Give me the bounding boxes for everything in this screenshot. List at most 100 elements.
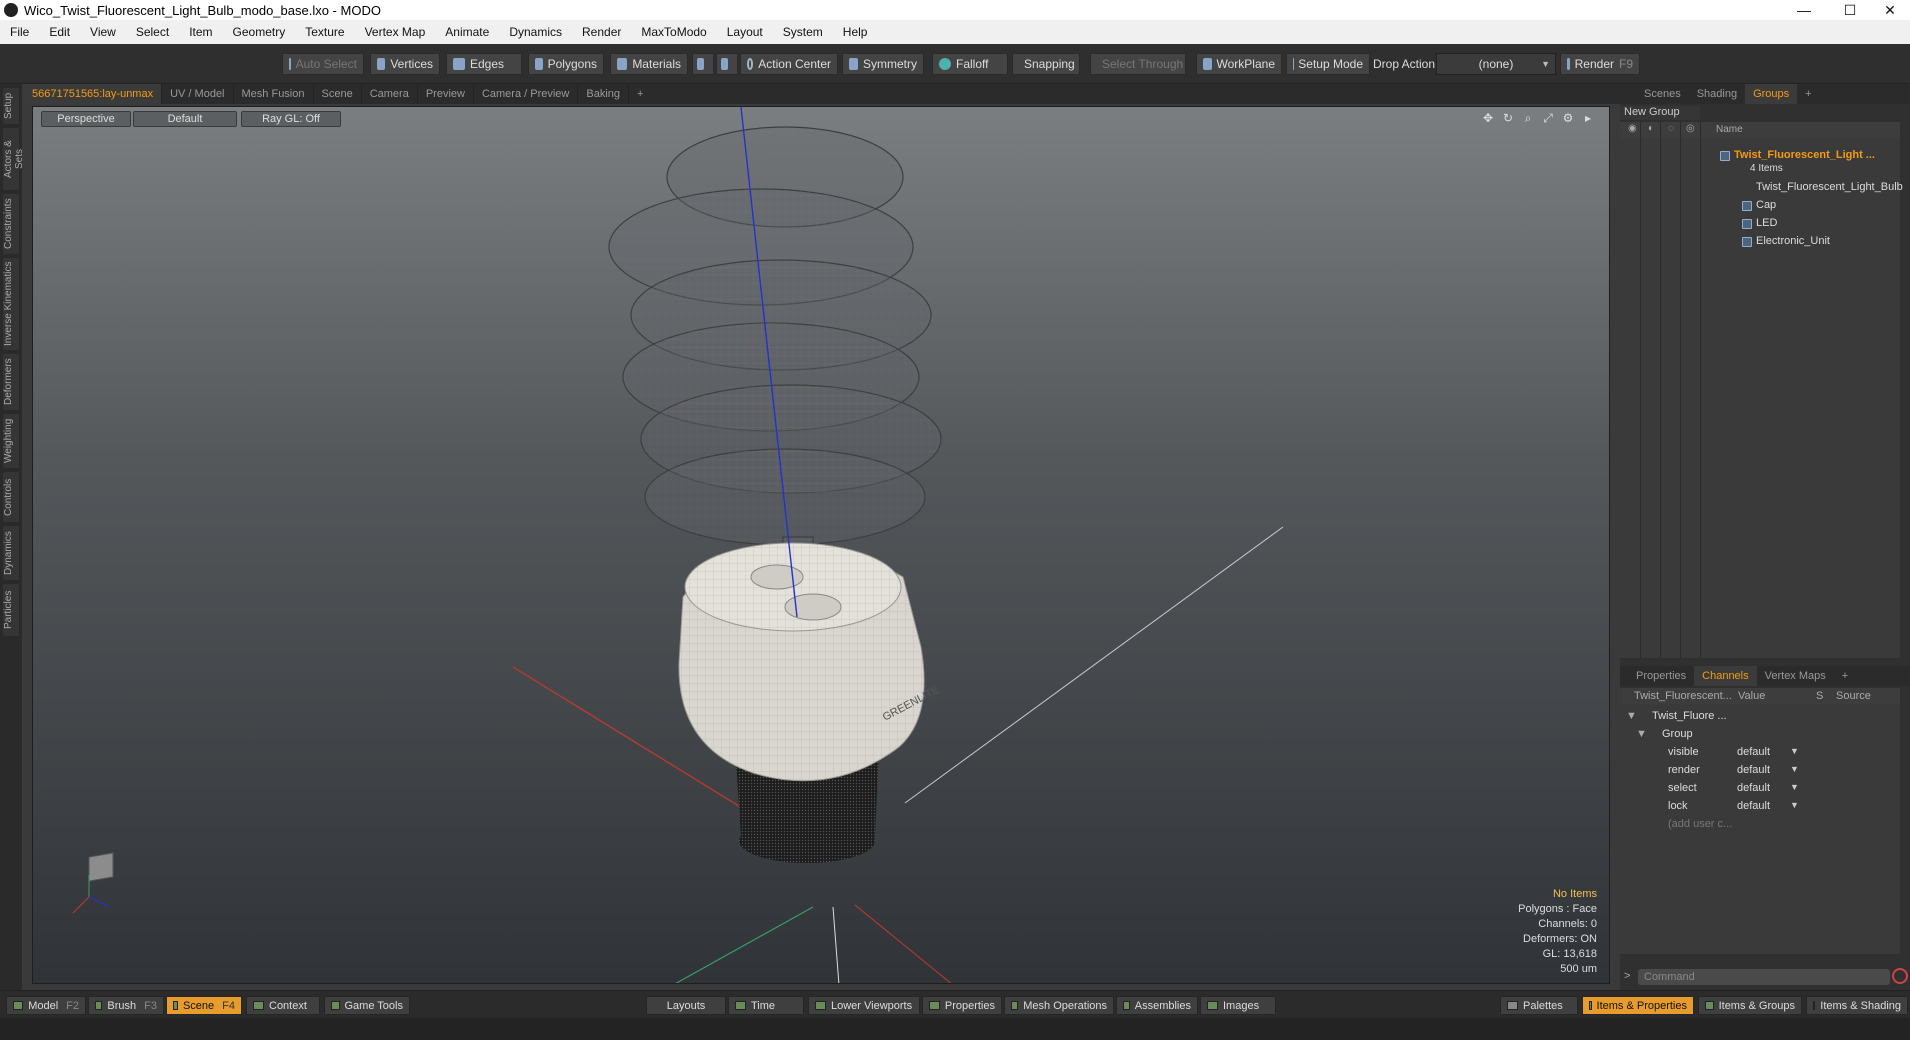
menu-view[interactable]: View bbox=[80, 25, 126, 39]
tab-groups[interactable]: Groups bbox=[1745, 84, 1798, 104]
brush-layout-button[interactable]: Brush F3 bbox=[88, 996, 164, 1015]
workplane-button[interactable]: WorkPlane bbox=[1196, 53, 1282, 75]
tab-scenes[interactable]: Scenes bbox=[1636, 84, 1689, 104]
game-tools-layout-button[interactable]: Game Tools bbox=[324, 996, 410, 1015]
chevron-down-icon[interactable]: ▼ bbox=[1790, 800, 1799, 810]
tab-preview[interactable]: Preview bbox=[418, 84, 474, 104]
context-layout-button[interactable]: Context bbox=[246, 996, 320, 1015]
tab-lay-unmax[interactable]: 56671751565:lay-unmax bbox=[24, 84, 163, 104]
tab-dynamics[interactable]: Dynamics bbox=[3, 526, 19, 580]
tab-deformers[interactable]: Deformers bbox=[3, 354, 19, 410]
palettes-button[interactable]: Palettes bbox=[1500, 996, 1578, 1015]
model-layout-button[interactable]: Model F2 bbox=[6, 996, 86, 1015]
menu-maxtomodo[interactable]: MaxToModo bbox=[631, 25, 716, 39]
properties-button[interactable]: Properties bbox=[922, 996, 1002, 1015]
menu-texture[interactable]: Texture bbox=[295, 25, 354, 39]
channel-group-row[interactable]: ▼ Group bbox=[1620, 726, 1900, 744]
add-user-channel-row[interactable]: (add user c... bbox=[1620, 816, 1900, 834]
assemblies-button[interactable]: Assemblies bbox=[1116, 996, 1198, 1015]
setup-mode-button[interactable]: Setup Mode bbox=[1286, 53, 1370, 75]
items-groups-button[interactable]: Items & Groups bbox=[1698, 996, 1802, 1015]
add-tab-icon[interactable]: + bbox=[629, 88, 651, 100]
minimize-button[interactable]: — bbox=[1784, 0, 1824, 20]
tab-actors-sets[interactable]: Actors & Sets bbox=[3, 128, 25, 190]
tab-setup[interactable]: Setup bbox=[3, 88, 19, 124]
action-center-button[interactable]: Action Center bbox=[740, 53, 838, 75]
tab-particles[interactable]: Particles bbox=[3, 584, 19, 636]
add-scene-tab-icon[interactable]: + bbox=[1797, 84, 1819, 104]
channel-value[interactable]: default bbox=[1737, 782, 1770, 794]
tab-controls[interactable]: Controls bbox=[3, 472, 19, 522]
tab-inverse-kinematics[interactable]: Inverse Kinematics bbox=[3, 258, 19, 350]
list-item[interactable]: Electronic_Unit bbox=[1620, 234, 1900, 250]
chevron-down-icon[interactable]: ▼ bbox=[1790, 746, 1799, 756]
maximize-button[interactable]: ☐ bbox=[1830, 0, 1870, 20]
tab-shading[interactable]: Shading bbox=[1689, 84, 1745, 104]
channel-row[interactable]: render default ▼ bbox=[1620, 762, 1900, 780]
images-button[interactable]: Images bbox=[1200, 996, 1276, 1015]
lower-viewports-button[interactable]: Lower Viewports bbox=[808, 996, 920, 1015]
render-button[interactable]: Render F9 bbox=[1560, 53, 1640, 75]
channel-row[interactable]: visible default ▼ bbox=[1620, 744, 1900, 762]
vertices-button[interactable]: Vertices bbox=[370, 53, 440, 75]
tab-vertex-maps[interactable]: Vertex Maps bbox=[1757, 666, 1834, 686]
new-group-button[interactable]: New Group bbox=[1620, 106, 1700, 120]
channel-value[interactable]: default bbox=[1737, 800, 1770, 812]
snapping-button[interactable]: Snapping bbox=[1012, 53, 1080, 75]
materials-button[interactable]: Materials bbox=[610, 53, 688, 75]
render-toggle-icon[interactable]: ◐ bbox=[1648, 123, 1654, 134]
channel-root-row[interactable]: ▼ Twist_Fluore ... bbox=[1620, 708, 1900, 726]
tab-camera[interactable]: Camera bbox=[362, 84, 418, 104]
symmetry-button[interactable]: Symmetry bbox=[842, 53, 924, 75]
menu-layout[interactable]: Layout bbox=[717, 25, 773, 39]
menu-dynamics[interactable]: Dynamics bbox=[499, 25, 572, 39]
menu-render[interactable]: Render bbox=[572, 25, 631, 39]
tab-weighting[interactable]: Weighting bbox=[3, 414, 19, 468]
channel-row[interactable]: lock default ▼ bbox=[1620, 798, 1900, 816]
tab-camera-preview[interactable]: Camera / Preview bbox=[474, 84, 579, 104]
drop-action-dropdown[interactable]: (none) ▼ bbox=[1436, 53, 1556, 75]
eye-icon[interactable]: ◉ bbox=[1628, 123, 1637, 134]
select-mode-a-button[interactable] bbox=[692, 53, 714, 75]
tab-mesh-fusion[interactable]: Mesh Fusion bbox=[234, 84, 314, 104]
select-through-button[interactable]: Select Through bbox=[1090, 53, 1186, 75]
lock-toggle-icon[interactable]: ◎ bbox=[1686, 123, 1695, 134]
tab-channels[interactable]: Channels bbox=[1694, 666, 1757, 686]
menu-vertex-map[interactable]: Vertex Map bbox=[355, 25, 436, 39]
tab-baking[interactable]: Baking bbox=[578, 84, 630, 104]
list-item[interactable]: Cap bbox=[1620, 198, 1900, 214]
command-history-button[interactable] bbox=[1892, 968, 1908, 984]
items-shading-button[interactable]: Items & Shading bbox=[1806, 996, 1908, 1015]
time-button[interactable]: Time bbox=[728, 996, 804, 1015]
command-input[interactable]: Command bbox=[1638, 969, 1890, 985]
channel-row[interactable]: select default ▼ bbox=[1620, 780, 1900, 798]
close-button[interactable]: ✕ bbox=[1870, 0, 1910, 20]
expand-icon[interactable]: ▼ bbox=[1626, 710, 1637, 722]
list-item[interactable]: Twist_Fluorescent_Light_Bulb bbox=[1620, 180, 1903, 196]
menu-item[interactable]: Item bbox=[179, 25, 222, 39]
menu-select[interactable]: Select bbox=[126, 25, 179, 39]
menu-help[interactable]: Help bbox=[833, 25, 878, 39]
expand-icon[interactable]: ▼ bbox=[1636, 728, 1647, 740]
falloff-button[interactable]: Falloff bbox=[932, 53, 1008, 75]
menu-edit[interactable]: Edit bbox=[39, 25, 80, 39]
chevron-down-icon[interactable]: ▼ bbox=[1790, 782, 1799, 792]
chevron-down-icon[interactable]: ▼ bbox=[1790, 764, 1799, 774]
scene-layout-button[interactable]: Scene F4 bbox=[166, 996, 242, 1015]
menu-system[interactable]: System bbox=[773, 25, 833, 39]
list-item[interactable]: LED bbox=[1620, 216, 1900, 232]
tab-uv-model[interactable]: UV / Model bbox=[162, 84, 234, 104]
select-mode-b-button[interactable] bbox=[716, 53, 738, 75]
menu-geometry[interactable]: Geometry bbox=[223, 25, 296, 39]
layouts-button[interactable]: Layouts bbox=[646, 996, 726, 1015]
items-properties-button[interactable]: Items & Properties bbox=[1582, 996, 1694, 1015]
auto-select-button[interactable]: Auto Select bbox=[282, 53, 364, 75]
tab-scene[interactable]: Scene bbox=[314, 84, 362, 104]
edges-button[interactable]: Edges bbox=[446, 53, 522, 75]
channel-value[interactable]: default bbox=[1737, 746, 1770, 758]
3d-viewport[interactable]: Perspective Default Ray GL: Off ✥ ↻ ⌕ ⤢ … bbox=[32, 106, 1610, 984]
tab-properties[interactable]: Properties bbox=[1628, 666, 1694, 686]
menu-animate[interactable]: Animate bbox=[435, 25, 499, 39]
tab-constraints[interactable]: Constraints bbox=[3, 194, 19, 254]
channel-value[interactable]: default bbox=[1737, 764, 1770, 776]
